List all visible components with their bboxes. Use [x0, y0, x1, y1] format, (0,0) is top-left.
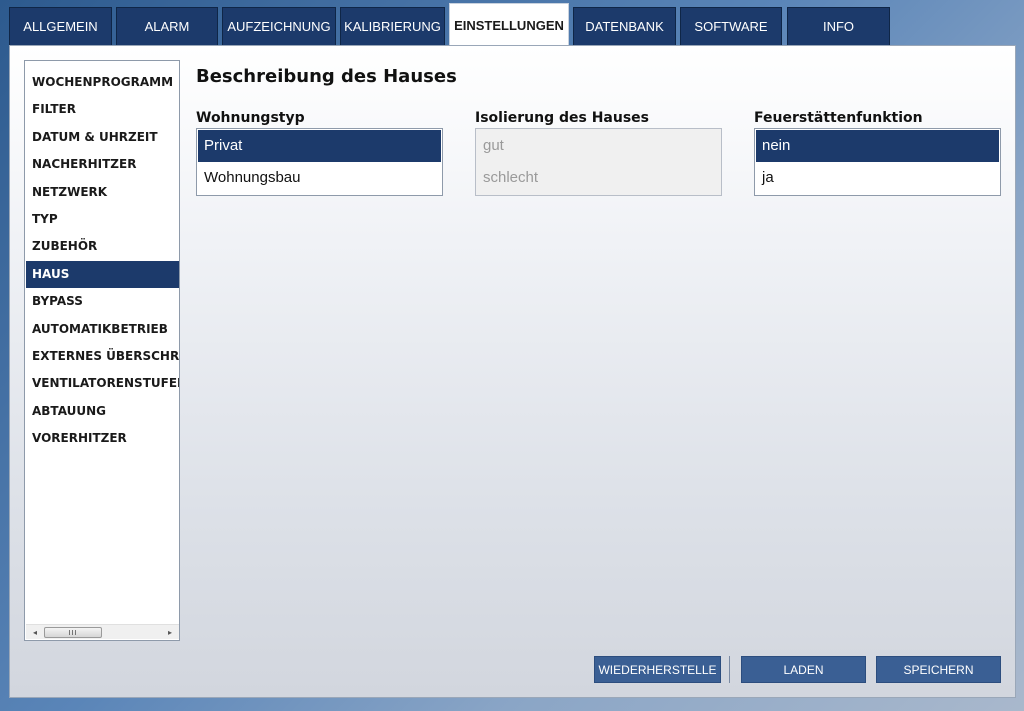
- sidebar-item-typ[interactable]: TYP: [26, 206, 179, 233]
- load-button[interactable]: LADEN: [741, 656, 866, 683]
- tab-info[interactable]: INFO: [787, 7, 890, 45]
- wohnungstyp-listbox[interactable]: Privat Wohnungsbau: [196, 128, 443, 196]
- tab-software[interactable]: SOFTWARE: [680, 7, 782, 45]
- sidebar-item-wochenprogramm[interactable]: WOCHENPROGRAMM: [26, 69, 179, 96]
- scroll-left-arrow-icon[interactable]: ◂: [27, 625, 43, 639]
- sidebar-horizontal-scrollbar[interactable]: ◂ III ▸: [26, 624, 179, 639]
- sidebar-item-haus[interactable]: HAUS: [26, 260, 179, 289]
- settings-sidebar: WOCHENPROGRAMM FILTER DATUM & UHRZEIT NA…: [24, 60, 180, 641]
- sidebar-item-bypass[interactable]: BYPASS: [26, 288, 179, 315]
- sidebar-item-externes-ueberschreiben[interactable]: EXTERNES ÜBERSCHREIBEN: [26, 343, 179, 370]
- group-isolierung: Isolierung des Hauses gut schlecht: [475, 109, 722, 196]
- group-feuerstaettenfunktion: Feuerstättenfunktion nein ja: [754, 109, 1001, 196]
- wohnungstyp-label: Wohnungstyp: [196, 110, 305, 126]
- save-button[interactable]: SPEICHERN: [876, 656, 1001, 683]
- feuerstaettenfunktion-label: Feuerstättenfunktion: [754, 110, 923, 126]
- tab-alarm[interactable]: ALARM: [116, 7, 218, 45]
- option-nein[interactable]: nein: [756, 130, 999, 162]
- option-schlecht: schlecht: [483, 169, 539, 186]
- sidebar-item-ventilatorenstufen[interactable]: VENTILATORENSTUFEN: [26, 370, 179, 397]
- tab-einstellungen[interactable]: EINSTELLUNGEN: [449, 3, 569, 46]
- sidebar-item-zubehoer[interactable]: ZUBEHÖR: [26, 233, 179, 260]
- scrollbar-thumb[interactable]: III: [44, 627, 102, 638]
- sidebar-item-nacherhitzer[interactable]: NACHERHITZER: [26, 151, 179, 178]
- sidebar-item-filter[interactable]: FILTER: [26, 96, 179, 123]
- tab-bar: ALLGEMEIN ALARM AUFZEICHNUNG KALIBRIERUN…: [9, 3, 1019, 46]
- tab-kalibrierung[interactable]: KALIBRIERUNG: [340, 7, 445, 45]
- feuerstaettenfunktion-listbox[interactable]: nein ja: [754, 128, 1001, 196]
- sidebar-item-netzwerk[interactable]: NETZWERK: [26, 179, 179, 206]
- restore-button[interactable]: WIEDERHERSTELLE: [594, 656, 721, 683]
- isolierung-label: Isolierung des Hauses: [475, 110, 650, 126]
- sidebar-list: WOCHENPROGRAMM FILTER DATUM & UHRZEIT NA…: [26, 69, 179, 452]
- option-ja[interactable]: ja: [756, 162, 999, 194]
- group-wohnungstyp: Wohnungstyp Privat Wohnungsbau: [196, 109, 443, 196]
- tab-aufzeichnung[interactable]: AUFZEICHNUNG: [222, 7, 336, 45]
- option-wohnungsbau[interactable]: Wohnungsbau: [198, 162, 441, 194]
- scroll-right-arrow-icon[interactable]: ▸: [162, 625, 178, 639]
- sidebar-item-vorerhitzer[interactable]: VORERHITZER: [26, 425, 179, 452]
- tab-datenbank[interactable]: DATENBANK: [573, 7, 676, 45]
- isolierung-listbox: gut schlecht: [475, 128, 722, 196]
- sidebar-item-automatikbetrieb[interactable]: AUTOMATIKBETRIEB: [26, 316, 179, 343]
- option-privat[interactable]: Privat: [198, 130, 441, 162]
- page-title: Beschreibung des Hauses: [196, 66, 457, 87]
- sidebar-item-datum-uhrzeit[interactable]: DATUM & UHRZEIT: [26, 124, 179, 151]
- button-divider: [729, 656, 730, 683]
- tab-allgemein[interactable]: ALLGEMEIN: [9, 7, 112, 45]
- sidebar-item-abtauung[interactable]: ABTAUUNG: [26, 398, 179, 425]
- option-gut: gut: [483, 137, 504, 154]
- settings-panel: WOCHENPROGRAMM FILTER DATUM & UHRZEIT NA…: [9, 45, 1016, 698]
